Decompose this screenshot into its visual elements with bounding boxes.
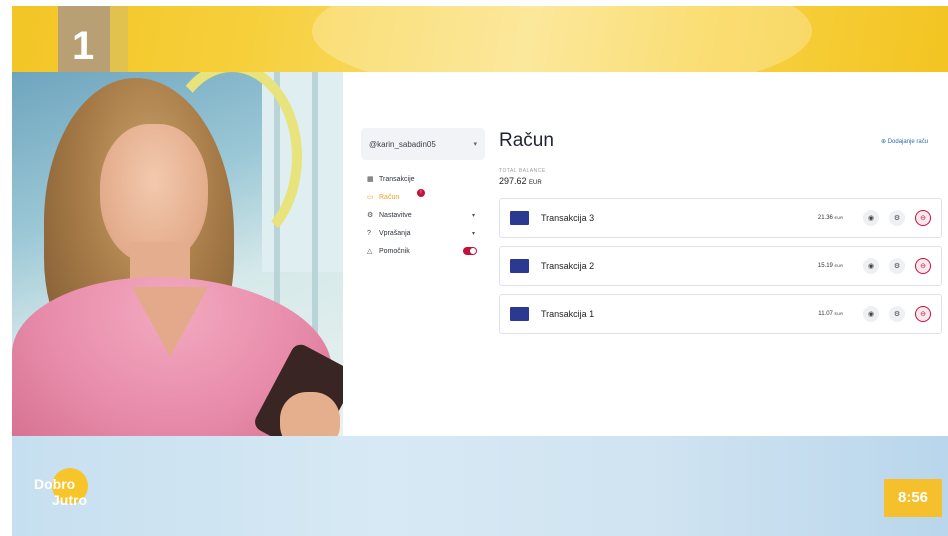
amount-value: 21.36 [817,215,833,221]
sidebar-item-label: Pomočnik [379,247,410,255]
view-icon[interactable]: ◉ [863,306,879,322]
delete-icon[interactable]: ⊖ [915,258,931,274]
delete-icon[interactable]: ⊖ [915,306,931,322]
chevron-down-icon: ▾ [471,212,475,219]
transaction-amount: 15.19 EUR [818,263,843,269]
settings-icon[interactable]: ⚙ [889,258,905,274]
eu-flag-icon [510,307,529,321]
transaction-name: Transakcija 1 [541,309,595,319]
sidebar: @karin_sabadin05 ▾ ▦ Transakcije ▭ Račun… [361,128,485,260]
settings-icon[interactable]: ⚙ [889,306,905,322]
amount-value: 15.19 [817,263,833,269]
sidebar-item-label: Nastavitve [379,211,412,219]
chevron-down-icon: ▾ [473,141,477,148]
assistant-toggle[interactable] [463,247,477,255]
view-icon[interactable]: ◉ [863,210,879,226]
presenter-photo [12,72,343,436]
plus-circle-icon: ⊕ [881,139,887,145]
account-username: @karin_sabadin05 [369,139,436,149]
balance-amount: 297.62 [499,176,527,186]
eu-flag-icon [510,259,529,273]
transaction-amount: 11.07 EUR [818,311,843,317]
add-account-link[interactable]: ⊕ Dodajanje raču [881,138,928,145]
sidebar-item-racun[interactable]: ▭ Račun ! [361,188,485,206]
sidebar-item-transakcije[interactable]: ▦ Transakcije [361,170,485,188]
balance-currency: EUR [529,180,542,186]
sidebar-item-label: Vprašanja [379,229,411,237]
view-icon[interactable]: ◉ [863,258,879,274]
broadcast-clock: 8:56 [884,479,942,517]
settings-icon[interactable]: ⚙ [889,210,905,226]
top-banner: 1 [12,6,948,72]
question-icon: ? [367,229,371,237]
eu-flag-icon [510,211,529,225]
presenter-neckline [132,287,208,357]
banking-app-screen: @karin_sabadin05 ▾ ▦ Transakcije ▭ Račun… [343,72,948,436]
add-account-label: Dodajanje raču [887,139,929,145]
account-switcher[interactable]: @karin_sabadin05 ▾ [361,128,485,160]
logo-word-2: Jutro [52,492,87,508]
transaction-amount: 21.36 EUR [818,215,843,221]
amount-currency: EUR [834,263,843,268]
amount-value: 11.07 [818,311,833,317]
lower-third: Dobro Jutro 8:56 [12,436,948,536]
presenter-hand [280,392,340,436]
transaction-row[interactable]: Transakcija 1 11.07 EUR ◉ ⚙ ⊖ [499,294,942,334]
sidebar-item-nastavitve[interactable]: ⚙ Nastavitve ▾ [361,206,485,224]
account-icon: ▭ [367,194,374,201]
transaction-name: Transakcija 3 [541,213,595,223]
settings-icon: ⚙ [367,212,374,219]
transactions-icon: ▦ [367,176,374,183]
transaction-list: Transakcija 3 21.36 EUR ◉ ⚙ ⊖ Transakcij… [499,198,942,334]
amount-currency: EUR [834,311,843,316]
transaction-row[interactable]: Transakcija 3 21.36 EUR ◉ ⚙ ⊖ [499,198,942,238]
main-content: Račun ⊕ Dodajanje raču TOTAL BALANCE 297… [499,130,948,342]
banner-stripe-light [110,6,128,72]
sidebar-item-label: Transakcije [379,175,415,183]
transaction-row[interactable]: Transakcija 2 15.19 EUR ◉ ⚙ ⊖ [499,246,942,286]
sidebar-nav: ▦ Transakcije ▭ Račun ! ⚙ Nastavitve ▾ ?… [361,170,485,260]
channel-mark: 1 [72,24,95,68]
chevron-down-icon: ▾ [471,230,475,237]
sidebar-item-label: Račun [379,193,400,201]
assistant-icon: △ [367,248,373,255]
notification-badge: ! [417,189,425,197]
balance-value: 297.62 EUR [499,176,948,186]
sidebar-item-pomocnik[interactable]: △ Pomočnik [361,242,485,260]
amount-currency: EUR [834,215,843,220]
balance-label: TOTAL BALANCE [499,168,546,174]
delete-icon[interactable]: ⊖ [915,210,931,226]
show-logo: Dobro Jutro [34,466,94,514]
broadcast-frame: 1 @karin_sabadin05 ▾ ▦ Transakcije ▭ Rač… [0,0,948,536]
logo-word-1: Dobro [34,476,76,492]
sidebar-item-vprasanja[interactable]: ? Vprašanja ▾ [361,224,485,242]
banner-swoosh [312,6,812,72]
transaction-name: Transakcija 2 [541,261,595,271]
